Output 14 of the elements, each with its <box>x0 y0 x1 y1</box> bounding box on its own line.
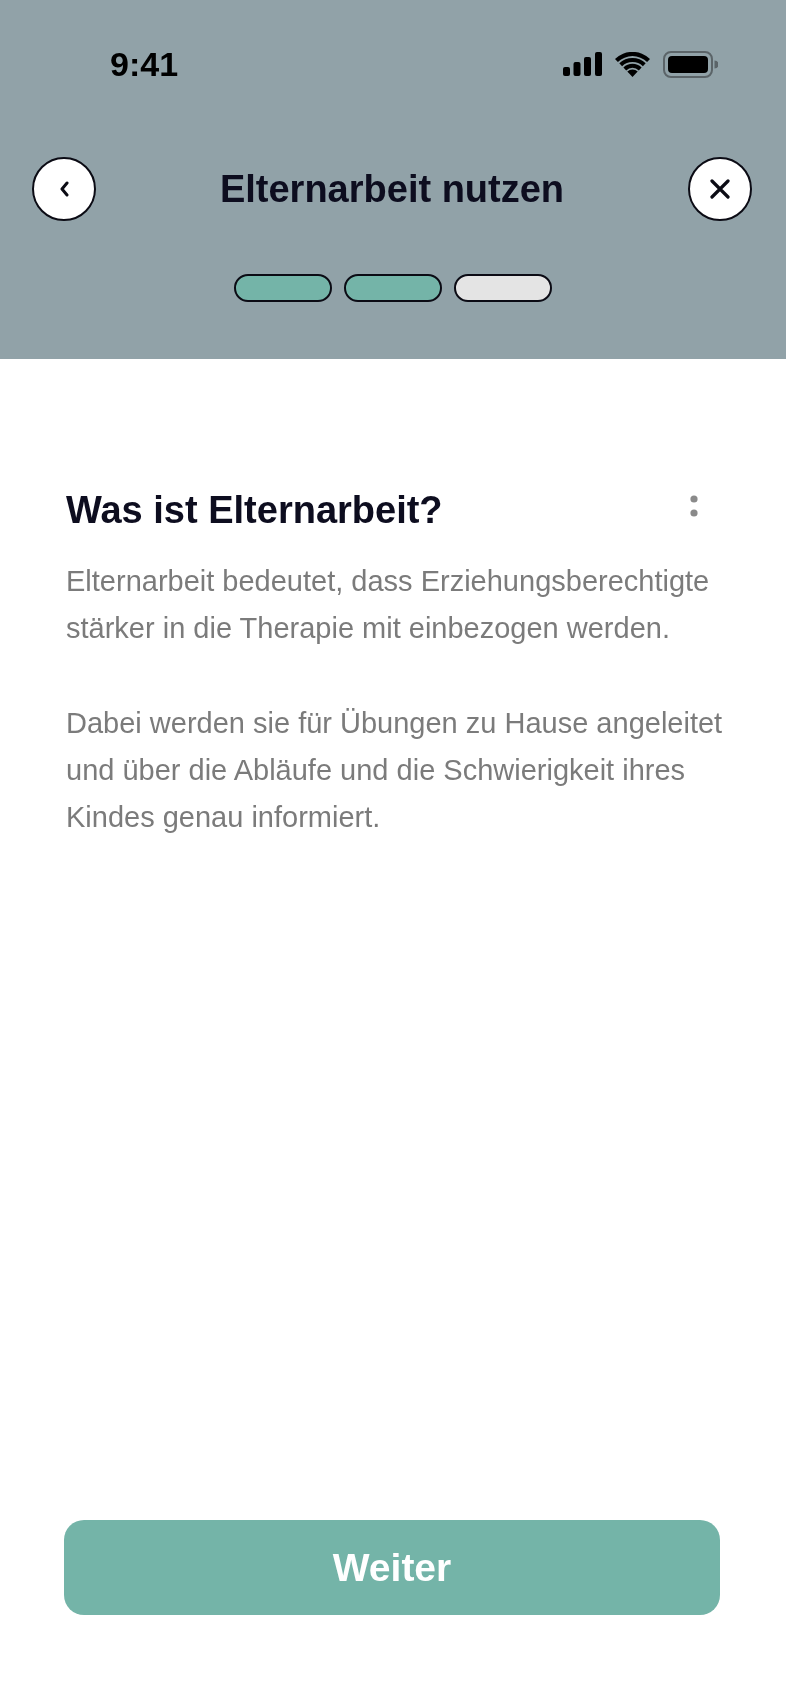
screen-title: Elternarbeit nutzen <box>218 167 566 212</box>
section-heading: Was ist Elternarbeit? <box>66 488 443 533</box>
close-button[interactable] <box>688 157 752 221</box>
back-button[interactable] <box>32 157 96 221</box>
wifi-icon <box>615 51 650 77</box>
more-icon[interactable] <box>690 495 698 517</box>
body-paragraph: Elternarbeit bedeutet, dass Erziehungsberechtigte stärker in die Therapie mit einbezogen werden. <box>66 564 711 646</box>
status-time: 9:41 <box>110 44 179 84</box>
chevron-left-icon <box>59 181 69 197</box>
body-paragraph: Dabei werden sie für Übungen zu Hause angeleitet und über die Abläufe und die Schwierigkeit ihres Kindes genau informiert. <box>66 706 724 835</box>
continue-button[interactable]: Weiter <box>64 1520 720 1615</box>
signal-icon <box>563 52 602 76</box>
battery-icon <box>663 50 718 78</box>
close-icon <box>710 179 730 199</box>
